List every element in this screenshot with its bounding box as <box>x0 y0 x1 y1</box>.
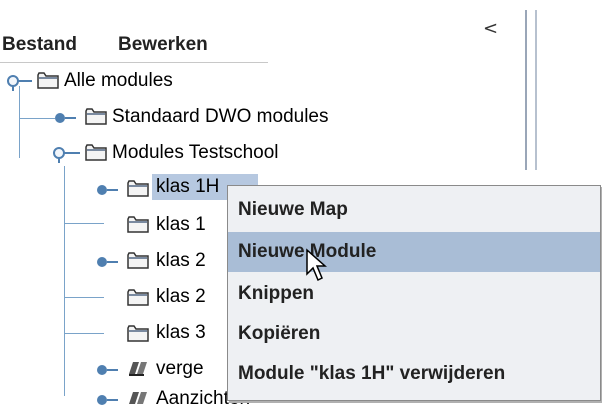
menu-verwijderen[interactable]: Module "klas 1H" verwijderen <box>228 354 600 394</box>
expanded-handle-icon[interactable] <box>52 146 82 164</box>
menu-kopieren[interactable]: Kopiëren <box>228 314 600 354</box>
tree-line <box>19 86 20 158</box>
context-menu: Nieuwe Map Nieuwe Module Knippen Kopiëre… <box>227 185 601 401</box>
tree-line <box>64 333 104 334</box>
collapsed-handle-icon[interactable] <box>96 182 120 198</box>
menu-item-label: Nieuwe Map <box>238 199 348 220</box>
book-icon <box>129 362 147 376</box>
collapsed-handle-icon[interactable] <box>54 110 78 126</box>
tree-item-verge[interactable]: verge <box>156 358 204 380</box>
tree-item-modules-testschool[interactable]: Modules Testschool <box>112 142 279 164</box>
menu-item-label: Nieuwe Module <box>238 241 377 262</box>
tree-item-klas-2b[interactable]: klas 2 <box>156 286 206 308</box>
tree-item-klas-1[interactable]: klas 1 <box>156 214 206 236</box>
tree-item-standaard[interactable]: Standaard DWO modules <box>112 106 329 128</box>
folder-icon <box>127 325 149 342</box>
tree-item-klas-1h[interactable]: klas 1H <box>156 176 219 198</box>
tree-item-klas-3[interactable]: klas 3 <box>156 322 206 344</box>
folder-icon <box>127 216 149 233</box>
menu-nieuwe-module[interactable]: Nieuwe Module <box>228 232 600 272</box>
expanded-handle-icon[interactable] <box>6 74 34 92</box>
menu-knippen[interactable]: Knippen <box>228 274 600 314</box>
folder-icon <box>85 144 107 161</box>
menu-item-label: Module "klas 1H" verwijderen <box>238 363 506 384</box>
tree-line <box>64 297 104 298</box>
tree-line <box>64 166 65 396</box>
menu-nieuwe-map[interactable]: Nieuwe Map <box>228 190 600 230</box>
folder-icon <box>127 252 149 269</box>
book-icon <box>129 392 147 404</box>
menu-item-label: Knippen <box>238 283 314 304</box>
menu-item-label: Kopiëren <box>238 323 321 344</box>
collapsed-handle-icon[interactable] <box>96 254 120 270</box>
collapsed-handle-icon[interactable] <box>96 392 120 408</box>
tree-item-klas-2a[interactable]: klas 2 <box>156 250 206 272</box>
tree-line <box>19 118 55 119</box>
folder-icon <box>85 108 107 125</box>
mouse-cursor-icon <box>306 248 327 282</box>
folder-icon <box>127 289 149 306</box>
collapsed-handle-icon[interactable] <box>96 362 120 378</box>
folder-icon <box>37 72 59 89</box>
tree-line <box>64 223 104 224</box>
tree-item-alle-modules[interactable]: Alle modules <box>64 70 173 92</box>
folder-icon <box>127 180 149 197</box>
